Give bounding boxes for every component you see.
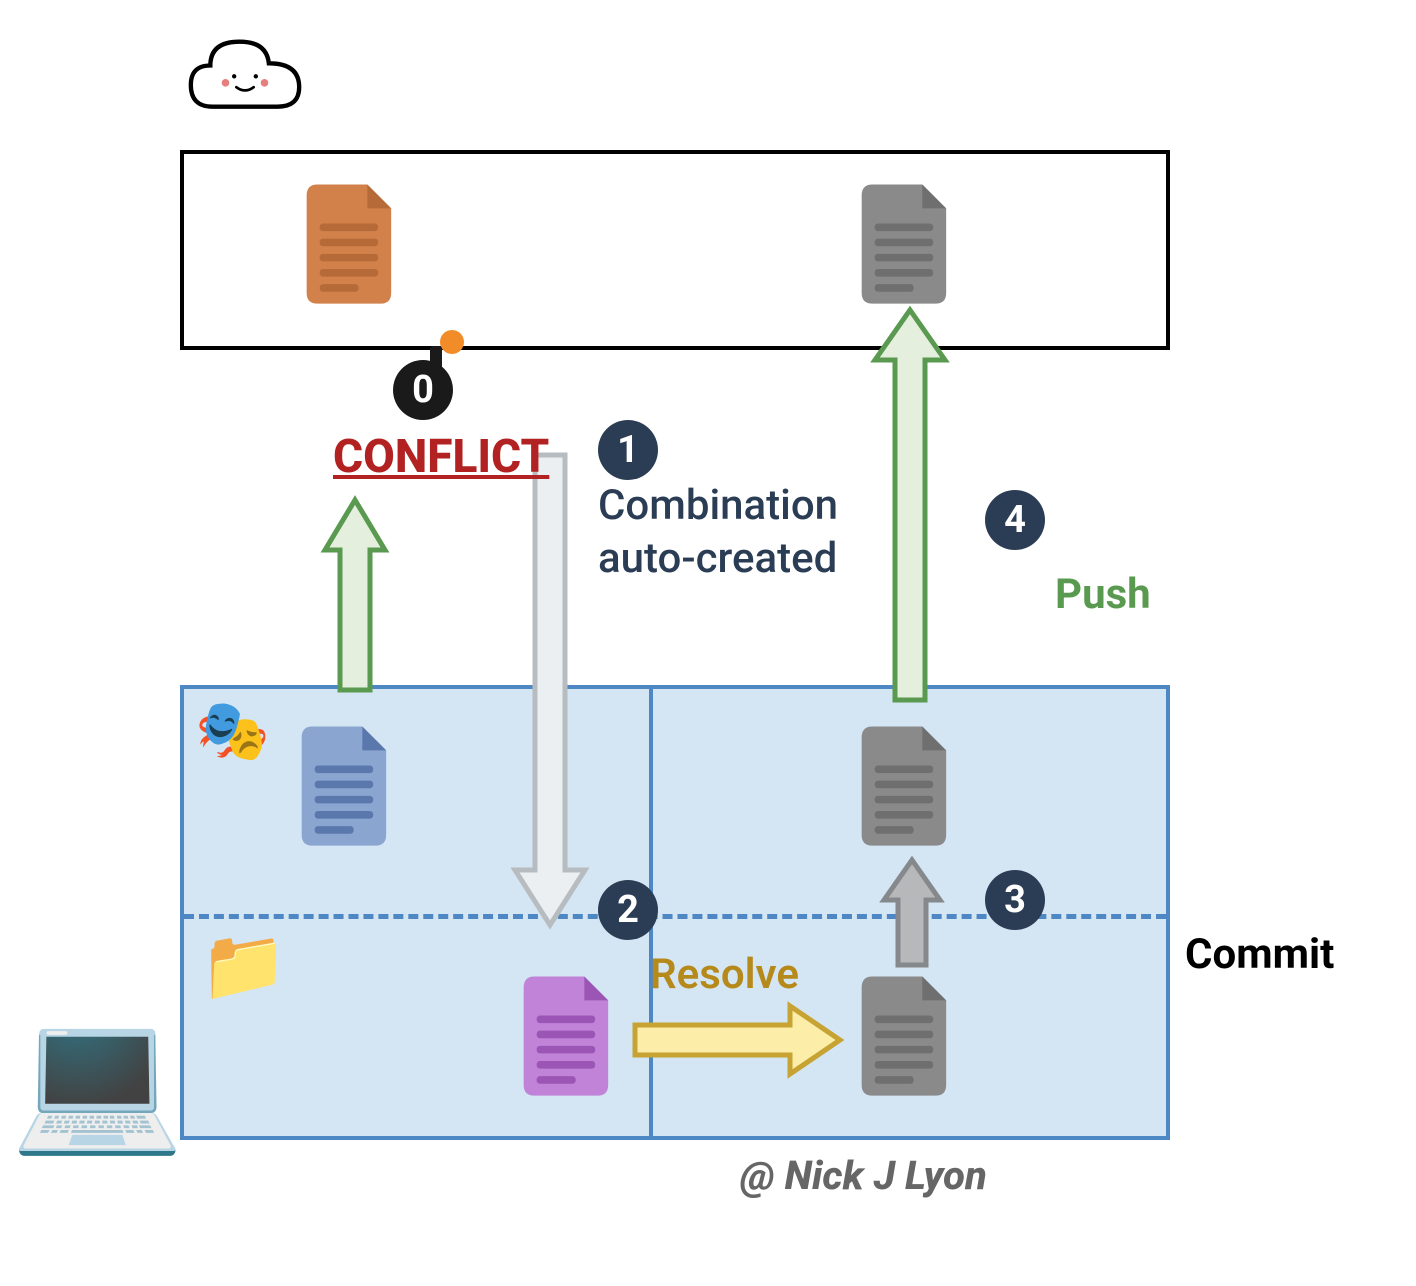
folder-icon: 📁 [200, 925, 287, 1007]
arrow-auto-combine [510, 450, 590, 934]
file-icon-gray-committed [850, 720, 960, 850]
file-icon-gray-remote [850, 178, 960, 308]
step-badge-1: 1 [598, 420, 658, 480]
arrow-resolve [630, 1000, 845, 1084]
laptop-icon: 💻 [10, 1010, 184, 1150]
file-icon-purple [512, 970, 622, 1100]
step-badge-4: 4 [985, 490, 1045, 550]
attribution-label: @ Nick J Lyon [740, 1152, 987, 1199]
file-icon-gray-resolved [850, 970, 960, 1100]
step-badge-3: 3 [985, 870, 1045, 930]
resolve-label: Resolve [650, 950, 799, 999]
staging-masks-icon: 🎭 [195, 695, 270, 766]
file-icon-orange [295, 178, 405, 308]
step-badge-3-label: 3 [1004, 878, 1026, 922]
commit-label: Commit [1185, 930, 1334, 979]
diagram-canvas: 💻 🎭 [0, 0, 1416, 1286]
step-badge-4-label: 4 [1004, 498, 1026, 542]
arrow-commit [878, 855, 946, 974]
step-badge-0-label: 0 [412, 368, 434, 412]
conflict-label: CONFLICT [333, 430, 549, 484]
arrow-push-conflict [320, 495, 390, 699]
cloud-icon [180, 20, 310, 150]
step-badge-0: 0 [393, 360, 453, 420]
step-badge-2: 2 [598, 880, 658, 940]
arrow-push [870, 305, 950, 709]
combination-label: Combination auto-created [598, 480, 878, 585]
file-icon-blue [290, 720, 400, 850]
bomb-fuse-icon [440, 330, 464, 354]
step-badge-1-label: 1 [617, 428, 639, 472]
step-badge-2-label: 2 [617, 888, 639, 932]
push-label: Push [1055, 570, 1151, 619]
